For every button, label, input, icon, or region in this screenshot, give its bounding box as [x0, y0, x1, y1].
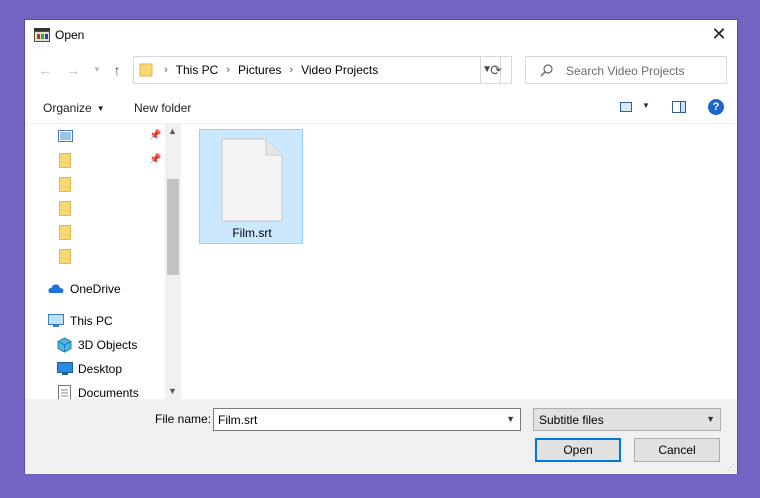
file-name-label: File name: [155, 412, 212, 426]
breadcrumb: › This PC › Pictures › Video Projects [156, 63, 378, 77]
file-name-input[interactable]: Film.srt ▼ [213, 408, 521, 431]
search-icon [540, 64, 553, 77]
pictures-icon [58, 130, 73, 142]
refresh-button[interactable]: ⟳ [480, 56, 512, 84]
chevron-down-icon: ▼ [96, 104, 105, 113]
sidebar-item-documents[interactable]: Documents [25, 382, 165, 399]
file-item[interactable]: Film.srt [199, 129, 303, 244]
search-input[interactable]: Search Video Projects [525, 56, 727, 84]
pin-icon: 📌 [149, 154, 162, 165]
file-type-value: Subtitle files [539, 413, 604, 427]
sidebar-item-this-pc[interactable]: This PC [25, 310, 165, 332]
sidebar-item-desktop[interactable]: Desktop [25, 358, 165, 380]
chevron-right-icon: › [289, 64, 294, 76]
window-title: Open [55, 28, 85, 42]
scrollbar-thumb[interactable] [167, 179, 179, 275]
chevron-right-icon: › [226, 64, 231, 76]
folder-icon [59, 153, 71, 168]
breadcrumb-video-projects[interactable]: Video Projects [301, 63, 378, 77]
file-icon [221, 138, 283, 222]
quick-access-folder[interactable] [25, 246, 165, 268]
up-icon[interactable]: ↑ [109, 62, 125, 78]
quick-access-folder[interactable] [25, 198, 165, 220]
navigation-pane-scrollbar[interactable]: ▲ ▼ [165, 124, 181, 399]
search-placeholder: Search Video Projects [566, 64, 685, 78]
folder-icon [59, 201, 71, 216]
folder-icon [139, 63, 153, 77]
scroll-up-icon[interactable]: ▲ [168, 126, 177, 136]
recent-locations-icon[interactable]: ▼ [89, 62, 105, 78]
documents-icon [58, 385, 71, 399]
open-dialog: Open ✕ ← → ▼ ↑ › This PC › Pictures › Vi… [24, 19, 738, 474]
navigation-pane: 📌 📌 OneDrive This PC 3D Objects Desktop … [25, 124, 181, 399]
resize-grip-icon[interactable]: ⋰ [727, 463, 735, 472]
title-bar: Open ✕ [25, 20, 737, 50]
change-view-icon[interactable] [620, 102, 632, 112]
quick-access-pictures[interactable]: 📌 [25, 126, 165, 148]
organize-button[interactable]: Organize ▼ [43, 101, 105, 115]
file-name-label: Film.srt [232, 226, 272, 240]
sidebar-item-label: Documents [78, 386, 139, 399]
close-icon[interactable]: ✕ [709, 24, 729, 44]
address-bar[interactable]: › This PC › Pictures › Video Projects ▼ [133, 56, 501, 84]
organize-label: Organize [43, 101, 92, 115]
quick-access-folder[interactable]: 📌 [25, 150, 165, 172]
computer-icon [48, 314, 64, 327]
cloud-icon [48, 284, 64, 293]
sidebar-item-label: OneDrive [70, 282, 121, 296]
breadcrumb-pictures[interactable]: Pictures [238, 63, 281, 77]
folder-icon [59, 177, 71, 192]
toolbar: Organize ▼ New folder ▼ ? [25, 93, 737, 124]
file-type-select[interactable]: Subtitle files ▼ [533, 408, 721, 431]
pin-icon: 📌 [149, 130, 162, 141]
folder-icon [59, 249, 71, 264]
sidebar-item-onedrive[interactable]: OneDrive [25, 278, 165, 300]
new-folder-button[interactable]: New folder [134, 101, 191, 115]
chevron-right-icon: › [164, 64, 168, 76]
help-icon[interactable]: ? [708, 99, 724, 115]
sidebar-item-label: 3D Objects [78, 338, 138, 352]
file-list: Film.srt [182, 124, 737, 399]
chevron-down-icon: ▼ [706, 414, 715, 424]
cube-icon [57, 337, 72, 353]
chevron-down-icon[interactable]: ▼ [642, 101, 650, 110]
cancel-button[interactable]: Cancel [634, 438, 720, 462]
quick-access-folder[interactable] [25, 222, 165, 244]
app-icon [34, 28, 50, 42]
bottom-panel: File name: Film.srt ▼ Subtitle files ▼ O… [25, 399, 737, 474]
breadcrumb-this-pc[interactable]: This PC [176, 63, 219, 77]
folder-icon [59, 225, 71, 240]
chevron-down-icon[interactable]: ▼ [506, 414, 515, 424]
sidebar-item-3d-objects[interactable]: 3D Objects [25, 334, 165, 356]
navigation-bar: ← → ▼ ↑ › This PC › Pictures › Video Pro… [25, 54, 737, 88]
file-name-value: Film.srt [218, 413, 258, 427]
preview-pane-icon[interactable] [672, 101, 686, 113]
sidebar-item-label: This PC [70, 314, 113, 328]
desktop-icon [57, 362, 73, 375]
scroll-down-icon[interactable]: ▼ [168, 386, 177, 396]
quick-access-folder[interactable] [25, 174, 165, 196]
forward-icon[interactable]: → [65, 62, 81, 78]
back-icon[interactable]: ← [37, 62, 53, 78]
open-button[interactable]: Open [535, 438, 621, 462]
sidebar-item-label: Desktop [78, 362, 123, 376]
